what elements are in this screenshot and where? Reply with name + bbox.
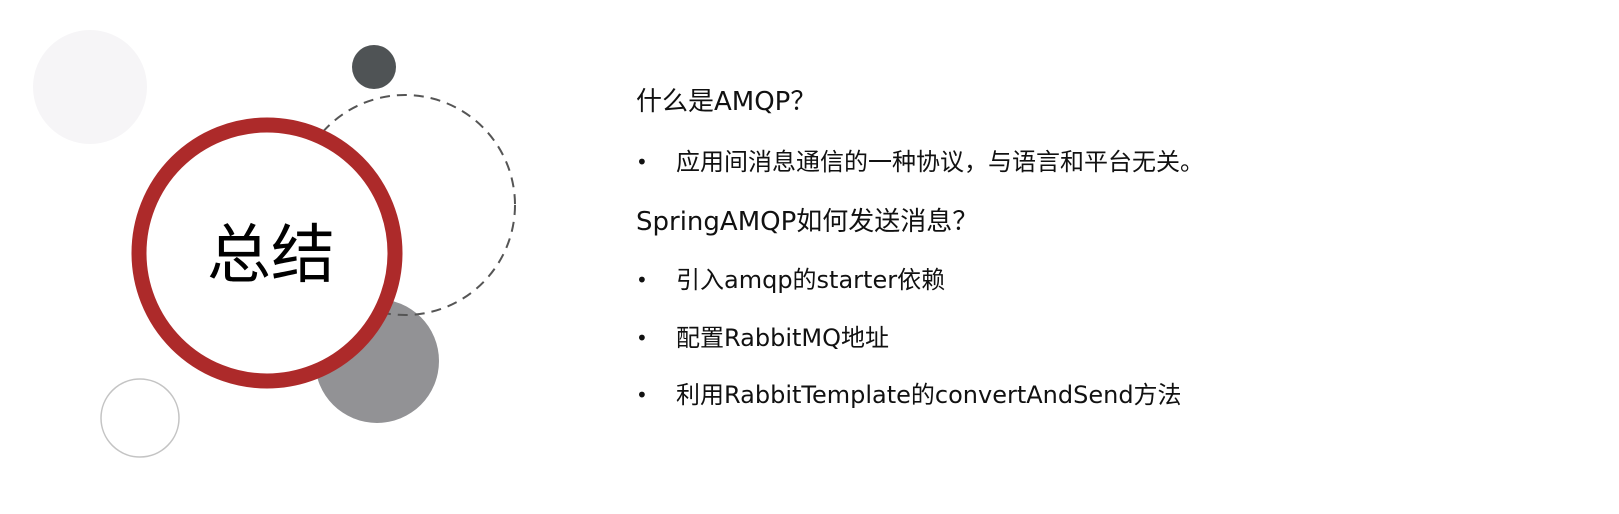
bullet-dot: •: [636, 383, 648, 407]
slide-title: 总结: [207, 219, 335, 293]
section-heading: SpringAMQP如何发送消息？: [636, 207, 979, 237]
list-item: 引入amqp的starter依赖: [676, 266, 946, 294]
light-circle: [33, 30, 147, 144]
dark-dot: [352, 45, 396, 89]
bullet-dot: •: [636, 268, 648, 292]
list-item: 应用间消息通信的一种协议，与语言和平台无关。: [676, 148, 1204, 176]
bullet-dot: •: [636, 150, 648, 174]
bullet-dot: •: [636, 326, 648, 350]
list-item: 配置RabbitMQ地址: [676, 324, 889, 352]
section-heading: 什么是AMQP？: [636, 87, 817, 117]
list-item: 利用RabbitTemplate的convertAndSend方法: [676, 381, 1182, 409]
outline-circle: [100, 378, 180, 458]
